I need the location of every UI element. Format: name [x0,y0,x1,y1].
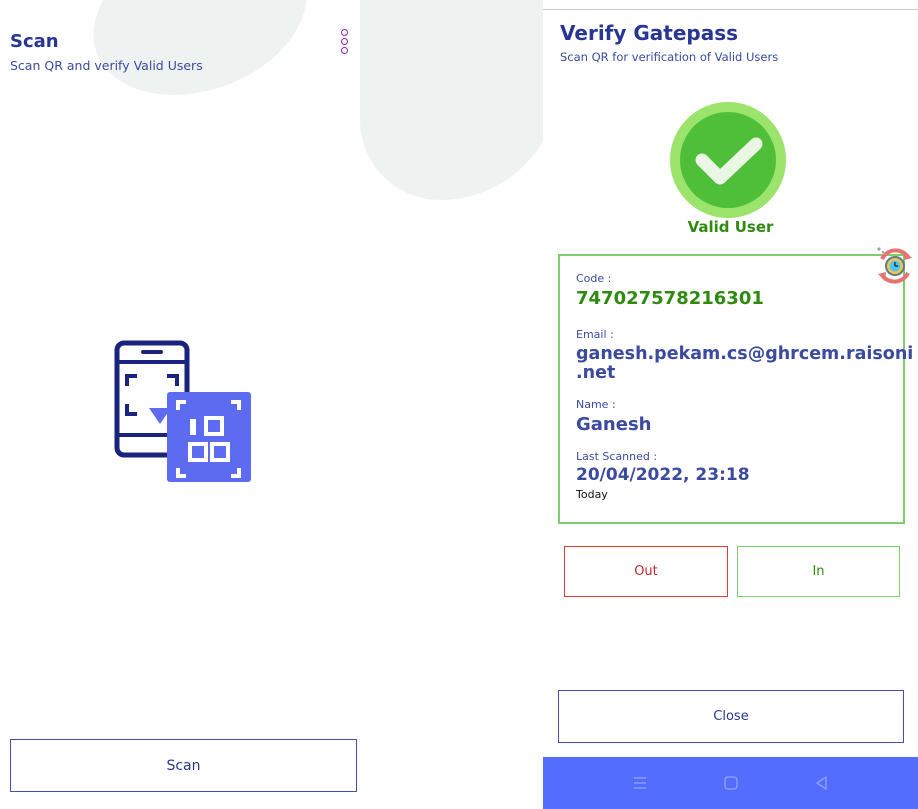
divider [543,9,918,10]
page-subtitle: Scan QR and verify Valid Users [10,58,203,73]
watermark-leaf [360,0,560,200]
page-title: Verify Gatepass [560,21,739,45]
email-value-line: ganesh.pekam.cs@ghrcem.raisoni [576,344,914,364]
scan-button[interactable]: Scan [10,739,357,792]
menu-icon[interactable] [628,771,652,795]
app-screens: Scan Scan QR and verify Valid Users Scan [0,0,918,809]
name-value: Ganesh [576,414,652,435]
name-label: Name : [576,398,616,411]
home-icon[interactable] [719,771,743,795]
last-scanned-value: 20/04/2022, 23:18 [576,465,750,485]
last-scanned-label: Last Scanned : [576,450,658,463]
page-subtitle: Scan QR for verification of Valid Users [560,50,779,64]
check-circle-icon [670,102,786,218]
email-label: Email : [576,328,614,341]
in-button[interactable]: In [737,546,900,597]
email-value: ganesh.pekam.cs@ghrcem.raisoni .net [576,344,914,383]
code-label: Code : [576,272,612,285]
close-button[interactable]: Close [558,690,904,743]
email-value-line: .net [576,363,616,383]
status-label: Valid User [687,218,774,236]
sync-clock-icon[interactable] [874,245,916,287]
code-value: 747027578216301 [576,288,764,309]
last-scanned-note: Today [576,488,608,501]
phone-qr-scan-icon [114,340,251,482]
more-vertical-icon[interactable] [336,28,352,60]
scan-screen: Scan Scan QR and verify Valid Users Scan [0,0,372,809]
out-button[interactable]: Out [564,546,728,597]
verify-gatepass-screen: Verify Gatepass Scan QR for verification… [543,0,918,809]
page-title: Scan [10,31,59,52]
system-navigation-bar [543,757,918,809]
back-icon[interactable] [810,771,834,795]
user-info-card: Code : 747027578216301 Email : ganesh.pe… [558,254,914,524]
